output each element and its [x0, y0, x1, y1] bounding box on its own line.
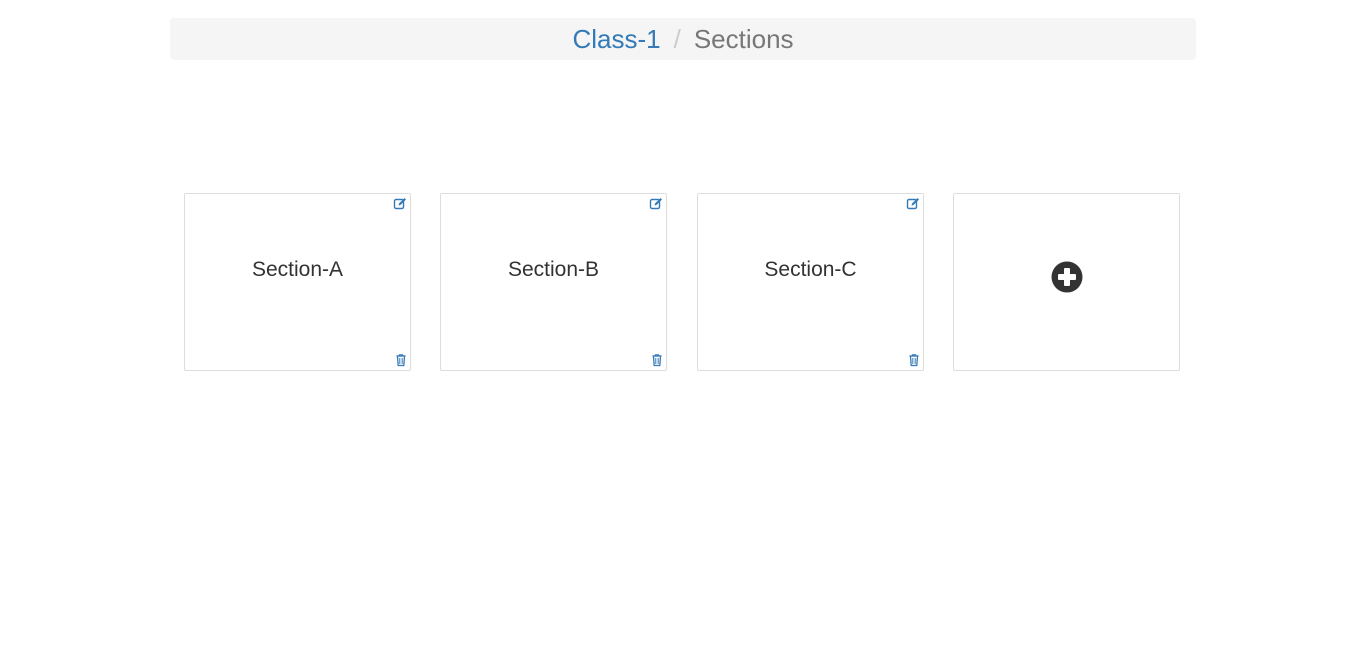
section-card-b[interactable]: Section-B — [440, 193, 667, 371]
trash-icon[interactable] — [394, 353, 408, 367]
add-section-card[interactable] — [953, 193, 1180, 371]
breadcrumb-separator: / — [673, 24, 681, 54]
section-card-c[interactable]: Section-C — [697, 193, 924, 371]
breadcrumb-class-link[interactable]: Class-1 — [572, 26, 660, 52]
breadcrumb-current: Sections — [693, 24, 794, 54]
trash-icon[interactable] — [650, 353, 664, 367]
edit-icon[interactable] — [649, 197, 663, 211]
plus-circle-icon[interactable] — [1051, 261, 1083, 293]
section-name: Section-B — [507, 258, 600, 281]
section-card-a[interactable]: Section-A — [184, 193, 411, 371]
breadcrumb: Class-1 / Sections — [170, 18, 1196, 60]
edit-icon[interactable] — [906, 197, 920, 211]
section-name: Section-A — [251, 258, 344, 281]
edit-icon[interactable] — [393, 197, 407, 211]
section-name: Section-C — [764, 258, 857, 281]
trash-icon[interactable] — [907, 353, 921, 367]
